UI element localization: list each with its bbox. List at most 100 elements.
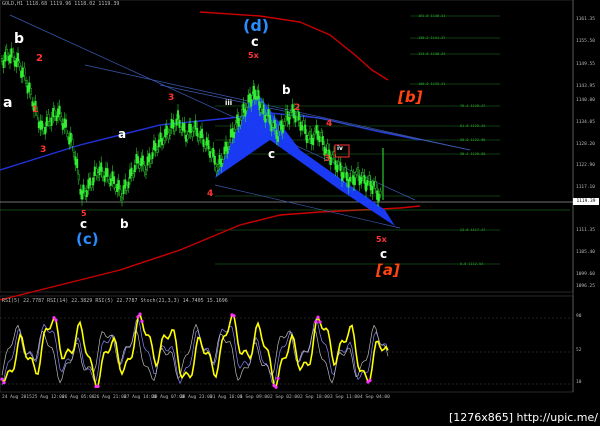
candle-body — [47, 114, 50, 122]
candle-body — [272, 122, 275, 128]
candle-body — [352, 175, 355, 185]
current-price-box: 1119.39 — [573, 198, 599, 205]
candle-body — [128, 169, 131, 179]
candle-body — [146, 156, 149, 166]
candle-body — [1, 58, 4, 62]
price-tick: 1140.00 — [576, 98, 595, 103]
candle-body — [337, 161, 340, 166]
candle-body — [304, 124, 307, 135]
candle-body — [26, 85, 29, 94]
wave-label-3-mid: 3 — [168, 93, 175, 103]
candle-body — [215, 166, 218, 173]
wave-label-a-bracket: [a] — [376, 261, 400, 279]
candle-body — [82, 184, 85, 194]
candle-body — [288, 116, 291, 125]
candle-body — [360, 176, 363, 184]
red-ma-upper — [199, 11, 389, 81]
candle-body — [197, 136, 200, 142]
candle-body — [251, 95, 254, 100]
candle-body — [18, 62, 21, 68]
rsi-line — [1, 312, 389, 389]
rsi-dot — [138, 312, 142, 316]
candle-body — [357, 167, 360, 176]
candle-body — [45, 117, 48, 127]
candle-body — [13, 60, 16, 67]
candle-body — [366, 180, 369, 186]
candle-body — [239, 120, 242, 126]
candle-body — [234, 124, 237, 130]
candle-body — [80, 190, 83, 200]
candle-body — [57, 108, 60, 118]
candle-body — [363, 174, 366, 184]
candle-body — [92, 177, 95, 186]
candle-body — [60, 116, 63, 122]
wave-label-2-right: 2 — [294, 103, 301, 113]
candle-body — [5, 48, 8, 56]
rsi-dot — [54, 318, 58, 322]
chart-canvas[interactable] — [0, 0, 600, 426]
candle-body — [237, 117, 240, 127]
wave-label-b-right: b — [282, 83, 291, 97]
candle-body — [76, 158, 79, 169]
wave-label-c-lowleft: c — [80, 217, 88, 231]
candle-body — [309, 131, 312, 139]
candle-body — [353, 177, 356, 186]
candle-body — [4, 52, 7, 62]
wave-label-c-circle: (c) — [76, 230, 99, 248]
candle-body — [310, 134, 313, 145]
time-tick: 28 Aug 23:00 — [180, 395, 213, 400]
rsi-dot — [140, 319, 144, 323]
candle-body — [285, 109, 288, 117]
candle-body — [281, 124, 284, 134]
wave-label-3-left: 3 — [40, 145, 47, 155]
candle-body — [12, 51, 15, 58]
candle-body — [245, 107, 248, 111]
candle-body — [160, 138, 163, 146]
rsi-tick: 52 — [576, 348, 582, 353]
candle-body — [216, 164, 219, 171]
candle-body — [149, 158, 152, 164]
candle-body — [200, 128, 203, 139]
time-tick: 2 Sep 18:00 — [300, 395, 330, 400]
candle-body — [116, 183, 119, 192]
candle-body — [280, 120, 283, 130]
candle-body — [87, 179, 90, 189]
candle-body — [184, 134, 187, 142]
candle-body — [257, 90, 260, 100]
candle-body — [189, 124, 192, 134]
candle-body — [376, 190, 379, 200]
fib-label: 23.6 1117.47 — [460, 228, 486, 232]
candle-body — [247, 94, 250, 103]
fib-label: 100.0 1133.41 — [418, 82, 446, 86]
candle-body — [124, 179, 127, 189]
candle-body — [29, 88, 32, 95]
candle-body — [294, 115, 297, 123]
candle-body — [71, 139, 74, 147]
candle-body — [342, 172, 345, 179]
candle-body — [264, 114, 267, 123]
time-tick: 26 Aug 05:00 — [62, 395, 95, 400]
fib-label: 38.2 1120.50 — [460, 152, 486, 156]
candle-body — [232, 131, 235, 139]
candle-body — [275, 129, 278, 139]
candle-body — [175, 118, 178, 126]
price-tick: 1149.55 — [576, 62, 595, 67]
candle-body — [377, 193, 380, 202]
candle-body — [138, 164, 141, 169]
fib-label: 138.2 1141.37 — [418, 36, 446, 40]
candle-body — [167, 132, 170, 139]
wave-label-a-mid: a — [118, 127, 127, 141]
candle-body — [49, 121, 52, 126]
time-tick: 31 Aug 16:00 — [210, 395, 243, 400]
candle-body — [283, 121, 286, 126]
candle-body — [244, 108, 247, 117]
price-tick: 1143.95 — [576, 84, 595, 89]
image-size-url: [1276x865] http://upic.me/ — [448, 411, 598, 424]
candle-body — [226, 146, 229, 154]
candle-body — [188, 123, 191, 133]
candle-body — [120, 197, 123, 203]
time-tick: 4 Sep 04:00 — [360, 395, 390, 400]
candle-body — [269, 115, 272, 125]
candle-body — [218, 154, 221, 165]
candle-body — [277, 136, 280, 142]
